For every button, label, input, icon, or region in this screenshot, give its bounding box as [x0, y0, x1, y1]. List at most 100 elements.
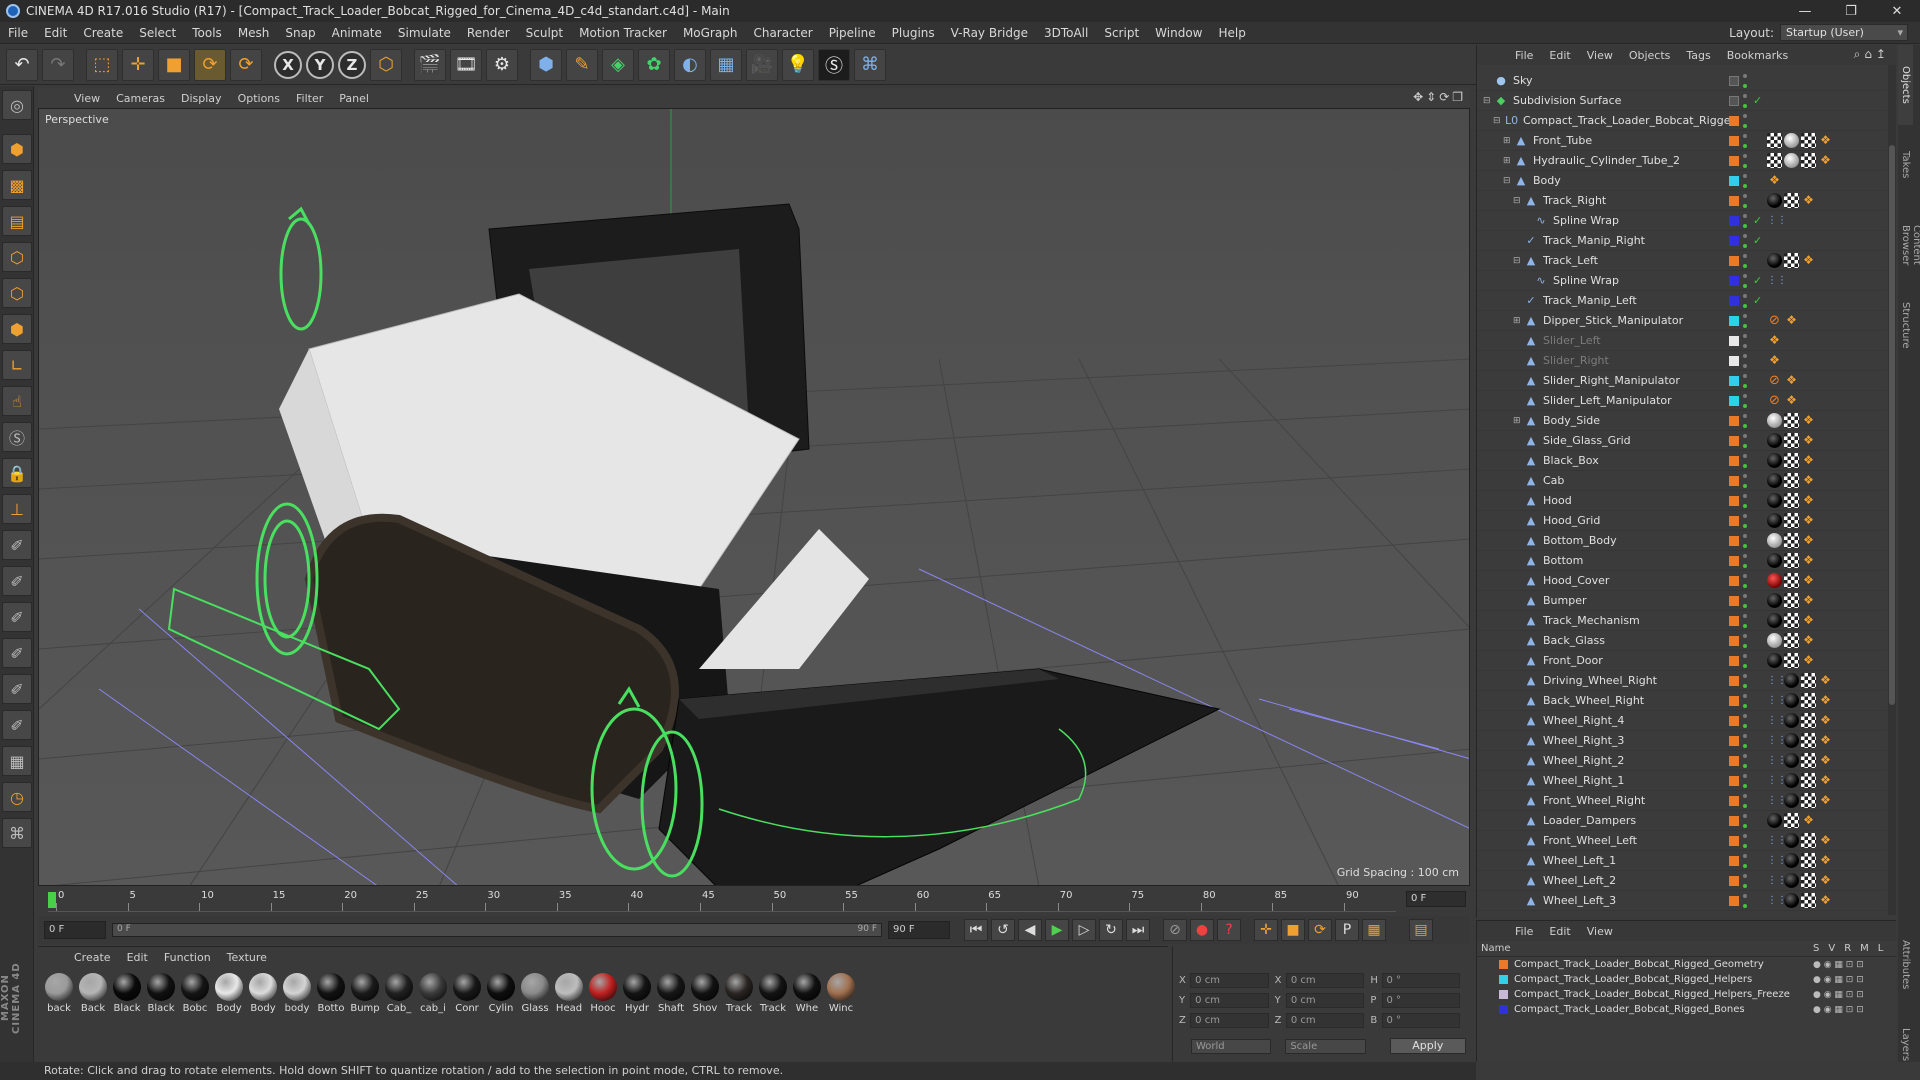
layer-color-swatch[interactable] — [1729, 576, 1739, 586]
material-swatch[interactable]: Track — [722, 973, 756, 1014]
uvw-tag-icon[interactable] — [1801, 853, 1816, 868]
expand-toggle-icon[interactable]: ⊞ — [1503, 156, 1511, 166]
go-to-end-icon[interactable]: ⏭ — [1126, 919, 1150, 941]
visibility-dots[interactable] — [1743, 734, 1749, 748]
camera-icon[interactable]: 🎥 — [746, 48, 778, 81]
layer-row[interactable]: Compact_Track_Loader_Bobcat_Rigged_Bones… — [1477, 1002, 1896, 1017]
material-swatch[interactable]: Shaft — [654, 973, 688, 1014]
object-row[interactable]: ▲ Slider_Right_Manipulator ⊘ ❖ — [1477, 371, 1887, 391]
object-row[interactable]: ▲ Bottom ❖ — [1477, 551, 1887, 571]
menu-3dtoall[interactable]: 3DToAll — [1036, 26, 1096, 40]
next-frame-icon[interactable]: ▷ — [1072, 919, 1096, 941]
layer-color-swatch[interactable] — [1729, 636, 1739, 646]
visibility-dots[interactable] — [1743, 594, 1749, 608]
key-pla-icon[interactable]: ▦ — [1362, 919, 1386, 941]
menu-window[interactable]: Window — [1147, 26, 1210, 40]
selection-tag-icon[interactable]: ❖ — [1818, 853, 1833, 868]
layer-color-swatch[interactable] — [1729, 496, 1739, 506]
layer-color-swatch[interactable] — [1499, 975, 1508, 984]
preview-range-slider[interactable]: 0 F 90 F — [112, 923, 882, 937]
selection-tag-icon[interactable]: ❖ — [1801, 513, 1816, 528]
move-icon[interactable]: ✛ — [122, 48, 154, 81]
object-row[interactable]: ▲ Hood_Cover ❖ — [1477, 571, 1887, 591]
visibility-dots[interactable] — [1743, 754, 1749, 768]
key-position-icon[interactable]: ✛ — [1254, 919, 1278, 941]
selection-tag-icon[interactable]: ❖ — [1767, 353, 1782, 368]
material-menu-create[interactable]: Create — [66, 951, 119, 964]
uvw-tag-icon[interactable] — [1801, 833, 1816, 848]
visibility-dots[interactable] — [1743, 394, 1749, 408]
layer-color-swatch[interactable] — [1729, 236, 1739, 246]
uvw-tag-icon[interactable] — [1784, 493, 1799, 508]
visibility-dots[interactable] — [1743, 334, 1749, 348]
uvw-tag-icon[interactable] — [1801, 893, 1816, 908]
go-to-start-icon[interactable]: ⏮ — [964, 919, 988, 941]
viewport-scene[interactable] — [39, 109, 1470, 886]
selection-tag-icon[interactable]: ❖ — [1801, 813, 1816, 828]
object-row[interactable]: ⊞ ▲ Front_Tube ❖ — [1477, 131, 1887, 151]
object-menu-tags[interactable]: Tags — [1678, 49, 1718, 62]
layer-color-swatch[interactable] — [1729, 396, 1739, 406]
paint-icon[interactable]: ✐ — [2, 602, 32, 632]
object-row[interactable]: ▲ Wheel_Right_1 ⋮⋮ ❖ — [1477, 771, 1887, 791]
object-row[interactable]: ⊟ L0 Compact_Track_Loader_Bobcat_Rigged — [1477, 111, 1887, 131]
material-swatch[interactable]: Cab_ — [382, 973, 416, 1014]
selection-tag-icon[interactable]: ❖ — [1818, 893, 1833, 908]
points-mode-icon[interactable]: ⬡ — [2, 242, 32, 272]
visibility-dots[interactable] — [1743, 534, 1749, 548]
material-tag-icon[interactable] — [1767, 493, 1782, 508]
make-editable-icon[interactable]: ◎ — [2, 90, 32, 120]
layer-color-swatch[interactable] — [1729, 616, 1739, 626]
layer-color-swatch[interactable] — [1729, 436, 1739, 446]
side-tab-takes[interactable]: Takes — [1898, 125, 1913, 205]
y-axis-icon[interactable]: Y — [306, 50, 334, 79]
material-swatch[interactable]: body — [280, 973, 314, 1014]
object-row[interactable]: ▲ Wheel_Right_4 ⋮⋮ ❖ — [1477, 711, 1887, 731]
object-row[interactable]: ▲ Front_Wheel_Right ⋮⋮ ❖ — [1477, 791, 1887, 811]
vray-icon[interactable]: Ⓢ — [818, 48, 850, 81]
layer-color-swatch[interactable] — [1729, 716, 1739, 726]
uvw-tag-icon[interactable] — [1784, 633, 1799, 648]
viewport-menu-cameras[interactable]: Cameras — [108, 92, 173, 105]
array-icon[interactable]: ✿ — [638, 48, 670, 81]
material-swatch[interactable]: back — [42, 973, 76, 1014]
layer-color-swatch[interactable] — [1729, 176, 1739, 186]
visibility-dots[interactable] — [1743, 674, 1749, 688]
selection-tag-icon[interactable]: ❖ — [1801, 253, 1816, 268]
visibility-dots[interactable] — [1743, 134, 1749, 148]
viewport-menu-view[interactable]: View — [66, 92, 108, 105]
selection-tag-icon[interactable]: ❖ — [1801, 553, 1816, 568]
selection-tag-icon[interactable]: ❖ — [1801, 573, 1816, 588]
material-tag-icon[interactable] — [1784, 753, 1799, 768]
object-row[interactable]: ⊞ ▲ Dipper_Stick_Manipulator ⊘ ❖ — [1477, 311, 1887, 331]
material-tag-icon[interactable] — [1784, 693, 1799, 708]
coordinate-value-field[interactable]: 0 ° — [1381, 972, 1461, 988]
side-tab-layers[interactable]: Layers — [1898, 1005, 1913, 1080]
grid-icon[interactable]: ▦ — [2, 746, 32, 776]
layer-color-swatch[interactable] — [1499, 1005, 1508, 1014]
python-icon[interactable]: ⌘ — [854, 48, 886, 81]
material-tag-icon[interactable] — [1767, 533, 1782, 548]
object-row[interactable]: ⊟ ▲ Track_Right ❖ — [1477, 191, 1887, 211]
selection-tag-icon[interactable]: ❖ — [1818, 873, 1833, 888]
layer-color-swatch[interactable] — [1729, 376, 1739, 386]
uvw-tag-icon[interactable] — [1784, 513, 1799, 528]
perspective-viewport[interactable]: Perspective Grid Spacing : 100 cm — [38, 108, 1470, 886]
visibility-dots[interactable] — [1743, 874, 1749, 888]
object-scrollbar[interactable] — [1888, 65, 1896, 915]
layer-toggle-icons[interactable]: ● ◉ ▦ ⊡ ⊡ — [1813, 975, 1864, 985]
object-menu-edit[interactable]: Edit — [1541, 49, 1578, 62]
visibility-dots[interactable] — [1743, 374, 1749, 388]
visibility-dots[interactable] — [1743, 454, 1749, 468]
object-row[interactable]: ▲ Track_Mechanism ❖ — [1477, 611, 1887, 631]
selection-tag-icon[interactable]: ❖ — [1767, 333, 1782, 348]
object-row[interactable]: ▲ Slider_Right ❖ — [1477, 351, 1887, 371]
selection-tag-icon[interactable]: ❖ — [1818, 693, 1833, 708]
selection-tag-icon[interactable]: ❖ — [1801, 653, 1816, 668]
visibility-dots[interactable] — [1743, 574, 1749, 588]
object-row[interactable]: ▲ Driving_Wheel_Right ⋮⋮ ❖ — [1477, 671, 1887, 691]
layer-color-swatch[interactable] — [1729, 316, 1739, 326]
expand-toggle-icon[interactable]: ⊟ — [1493, 116, 1501, 126]
expand-toggle-icon[interactable]: ⊟ — [1513, 196, 1521, 206]
selection-tag-icon[interactable]: ❖ — [1784, 313, 1799, 328]
